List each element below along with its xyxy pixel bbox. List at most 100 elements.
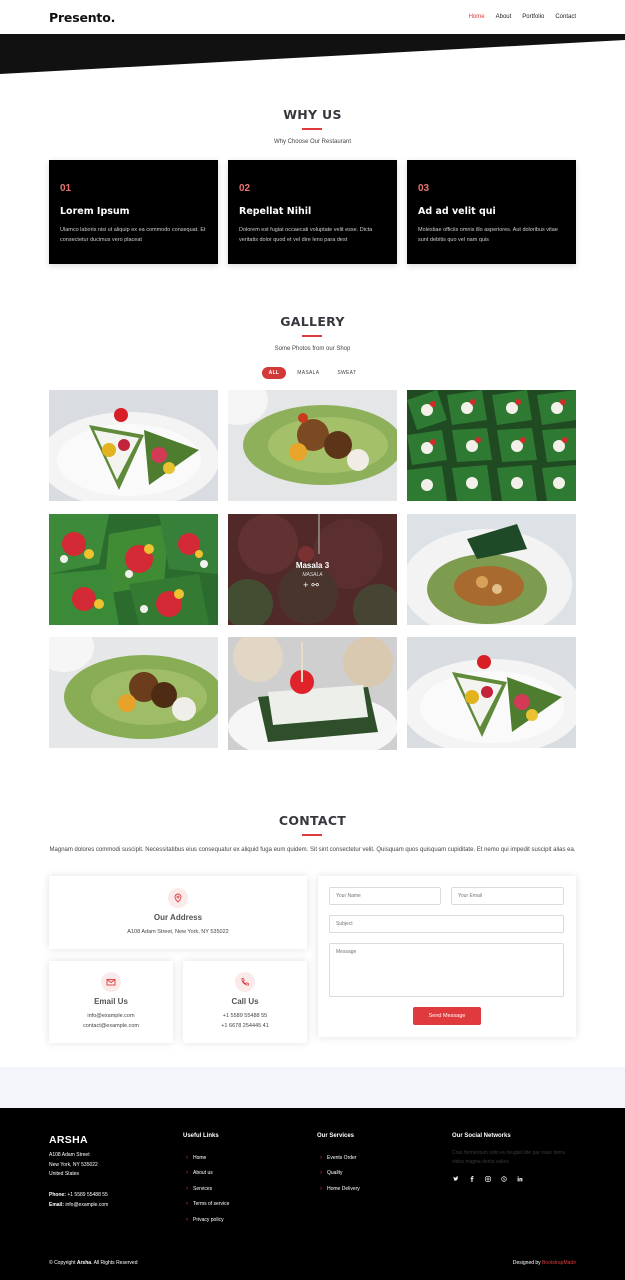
paan-plate-image-2 [407,637,576,748]
gallery-item-6[interactable] [407,514,576,625]
why-card-title: Ad ad velit qui [418,206,496,217]
paan-leaf-spread-image [49,637,218,748]
skype-icon[interactable] [500,1175,508,1183]
footer-link-home[interactable]: Home [186,1150,229,1166]
paan-leaf-image [228,390,397,501]
why-card-text: Molestiae officiis omnis illo asperiores… [418,227,558,243]
instagram-icon[interactable] [484,1175,492,1183]
email-line-2[interactable]: contact@example.com [49,1021,173,1031]
footer-phone[interactable]: +1 5589 55488 55 [67,1192,107,1198]
paan-plate-leaf-image [407,514,576,625]
filter-masala[interactable]: MASALA [290,367,326,379]
services-list: Events Order Quality Home Delivery [320,1150,360,1197]
footer-link-services[interactable]: Services [186,1181,229,1197]
footer-email-label: Email: [49,1202,65,1208]
message-field[interactable] [329,943,564,997]
useful-links-list: Home About us Services Terms of service … [186,1150,229,1228]
why-card-1: 01 Lorem Ipsum Ulamco laboris nisi ut al… [49,160,218,264]
services-title: Our Services [317,1133,355,1139]
footer-link-terms[interactable]: Terms of service [186,1197,229,1213]
why-card-text: Dolorem est fugiat occaecati voluptate v… [239,227,373,243]
twitter-icon[interactable] [452,1175,460,1183]
gallery-item-3[interactable] [407,390,576,501]
footer-service-quality[interactable]: Quality [320,1166,360,1182]
why-title: WHY US [283,107,342,122]
nav-about[interactable]: About [496,14,512,20]
contact-form: Send Message [318,876,576,1037]
social-text: Cras fermentum odio eu feugiat lide par … [452,1150,565,1165]
footer-link-about[interactable]: About us [186,1166,229,1182]
main-nav: Home About Portfolio Contact [469,14,576,20]
footer-address-line: United States [49,1171,80,1177]
envelope-icon [101,972,121,992]
footer-email[interactable]: info@example.com [65,1202,108,1208]
designed-prefix: Designed by [512,1260,541,1266]
phone-icon [235,972,255,992]
gallery-hover-title: Masala 3 [295,560,330,570]
map-pin-icon [168,888,188,908]
copyright: © Copyright Arsha. All Rights Reserved [49,1260,137,1266]
why-title-underline [302,128,322,130]
why-card-title: Lorem Ipsum [60,206,130,217]
name-field[interactable] [329,887,441,905]
paan-plate-image [49,390,218,501]
gallery-item-7[interactable] [49,637,218,748]
gallery-hover-category: MASALA [302,571,323,578]
nav-home[interactable]: Home [469,14,485,20]
footer-service-events[interactable]: Events Order [320,1150,360,1166]
gallery-title-underline [302,335,322,337]
newsletter-band [0,1067,625,1108]
filter-all[interactable]: ALL [261,367,287,379]
copyright-suffix: . All Rights Reserved [91,1260,138,1266]
link-icon[interactable]: ⚯ [311,580,322,590]
footer-address-line: New York, NY 535022 [49,1161,98,1168]
gallery-subtitle: Some Photos from our Shop [274,346,351,352]
contact-description: Magnam dolores commodi suscipit. Necessi… [49,847,576,853]
address-title: Our Address [153,913,203,922]
gallery-item-9[interactable] [407,637,576,748]
nav-contact[interactable]: Contact [555,14,576,20]
email-title: Email Us [94,997,128,1006]
facebook-icon[interactable] [468,1175,476,1183]
phone-line-2[interactable]: +1 6678 254445 41 [183,1021,307,1031]
linkedin-icon[interactable] [516,1175,524,1183]
site-header: Presento. Home About Portfolio Contact [0,0,625,34]
designed-by-link[interactable]: BootstrapMade [542,1260,576,1266]
gallery-item-4[interactable] [49,514,218,625]
filter-sweat[interactable]: SWEAT [330,367,363,379]
footer-address-line: A108 Adam Street [49,1152,90,1158]
gallery-title: GALLERY [280,314,345,329]
contact-title-underline [302,834,322,836]
why-card-2: 02 Repellat Nihil Dolorem est fugiat occ… [228,160,397,264]
address-text: A108 Adam Street, New York, NY 535022 [127,929,229,935]
gallery-filters: ALL MASALA SWEAT [0,367,625,379]
subject-field[interactable] [329,915,564,933]
gallery-item-5-hover[interactable]: Masala 3 MASALA +⚯ [228,514,397,625]
hero-slanted-band [0,34,625,74]
page: Presento. Home About Portfolio Contact W… [0,0,625,1280]
footer-address: A108 Adam Street New York, NY 535022 Uni… [49,1151,98,1180]
designed-by: Designed by BootstrapMade [513,1260,576,1266]
paan-sweet-image [228,637,397,750]
useful-links-title: Useful Links [183,1133,219,1139]
footer-contact: Phone: +1 5589 55488 55 Email: info@exam… [49,1190,108,1210]
email-field[interactable] [451,887,564,905]
nav-portfolio[interactable]: Portfolio [522,14,544,20]
footer-service-delivery[interactable]: Home Delivery [320,1181,360,1197]
site-footer: ARSHA A108 Adam Street New York, NY 5350… [0,1108,625,1280]
site-logo[interactable]: Presento. [49,10,115,25]
footer-brand: ARSHA [49,1134,88,1146]
gallery-item-2[interactable] [228,390,397,501]
copyright-prefix: © Copyright [49,1260,76,1266]
why-card-3: 03 Ad ad velit qui Molestiae officiis om… [407,160,576,264]
send-message-button[interactable]: Send Message [413,1007,481,1025]
paan-colorful-image [49,514,218,625]
email-line-1[interactable]: info@example.com [49,1011,173,1021]
phone-line-1[interactable]: +1 5589 55488 55 [183,1011,307,1021]
why-subtitle: Why Choose Our Restaurant [273,139,352,145]
gallery-item-8[interactable] [228,637,397,750]
footer-link-privacy[interactable]: Privacy policy [186,1212,229,1228]
social-title: Our Social Networks [452,1133,511,1139]
copyright-brand: Arsha [76,1260,92,1266]
gallery-item-1[interactable] [49,390,218,501]
